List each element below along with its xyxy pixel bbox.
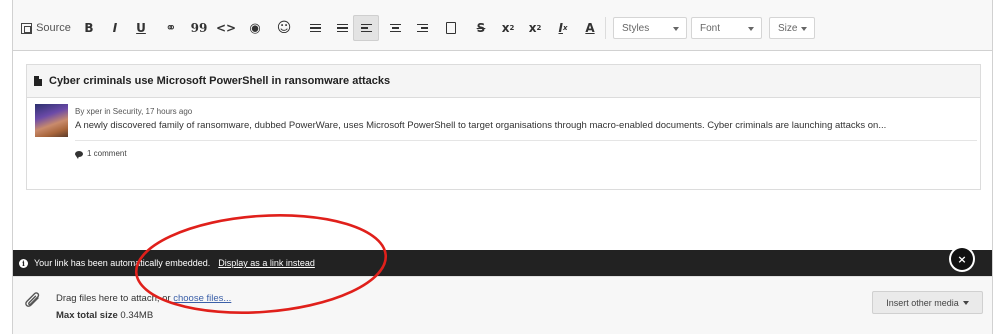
subscript-button[interactable]: x2 — [522, 15, 548, 41]
editor-content[interactable]: Cyber criminals use Microsoft PowerShell… — [13, 51, 992, 250]
clipboard-icon — [446, 22, 456, 34]
align-right-button[interactable] — [409, 15, 435, 41]
embed-notice-bar: i Your link has been automatically embed… — [13, 250, 992, 276]
underline-icon: U — [136, 21, 146, 35]
superscript-button[interactable]: x2 — [495, 15, 521, 41]
insert-other-media-button[interactable]: Insert other media — [872, 291, 983, 314]
rich-text-editor: Source B I U ⚭ 99 <> ◉ ☺ S x2 x 2 I x A … — [12, 0, 993, 334]
attachment-area[interactable]: Drag files here to attach, or choose fil… — [13, 276, 992, 334]
size-dropdown[interactable]: Size — [769, 17, 815, 39]
numbered-list-icon — [336, 23, 348, 33]
align-center-button[interactable] — [382, 15, 408, 41]
bulleted-list-button[interactable] — [302, 15, 328, 41]
chevron-down-icon — [673, 27, 679, 31]
quote-button[interactable]: 99 — [186, 15, 212, 41]
superscript-mark: 2 — [509, 24, 515, 32]
source-button[interactable]: Source — [20, 15, 72, 41]
strikethrough-button[interactable]: S — [468, 15, 494, 41]
chevron-down-icon — [748, 27, 754, 31]
drag-files-text: Drag files here to attach, or choose fil… — [56, 293, 231, 304]
insert-other-media-label: Insert other media — [886, 297, 959, 308]
font-label: Font — [700, 22, 721, 34]
embed-title-bar: Cyber criminals use Microsoft PowerShell… — [27, 65, 980, 98]
document-icon — [34, 76, 42, 86]
text-color-icon: A — [585, 21, 595, 35]
paperclip-icon — [25, 292, 40, 307]
size-label: Size — [778, 22, 798, 34]
close-icon[interactable]: × — [951, 248, 973, 270]
drag-files-label: Drag files here to attach, or — [56, 293, 174, 304]
quote-icon: 99 — [190, 21, 208, 35]
comment-icon — [75, 150, 83, 159]
avatar — [35, 104, 68, 137]
embed-snippet: A newly discovered family of ransomware,… — [75, 120, 887, 131]
editor-toolbar: Source B I U ⚭ 99 <> ◉ ☺ S x2 x 2 I x A … — [13, 0, 992, 51]
remove-format-button[interactable]: Ix — [550, 15, 576, 41]
comment-count-label: 1 comment — [87, 149, 127, 158]
toolbar-separator — [605, 17, 606, 39]
underline-button[interactable]: U — [128, 15, 154, 41]
max-size-text: Max total size 0.34MB — [56, 310, 153, 321]
align-right-icon — [416, 23, 428, 33]
italic-button[interactable]: I — [102, 15, 128, 41]
preview-button[interactable]: ◉ — [242, 15, 268, 41]
styles-label: Styles — [622, 22, 650, 34]
code-icon: <> — [215, 21, 237, 35]
code-button[interactable]: <> — [213, 15, 239, 41]
bold-icon: B — [84, 21, 94, 35]
embed-divider — [75, 140, 977, 141]
info-icon: i — [19, 258, 28, 268]
source-icon — [21, 22, 33, 34]
max-size-value: 0.34MB — [120, 310, 154, 321]
styles-dropdown[interactable]: Styles — [613, 17, 687, 39]
chevron-down-icon — [801, 27, 807, 31]
italic-icon: I — [112, 21, 118, 35]
remove-format-mark: x — [562, 24, 568, 32]
comment-count[interactable]: 1 comment — [75, 149, 127, 159]
superscript-icon: x — [501, 21, 510, 35]
paste-button[interactable] — [438, 15, 464, 41]
bold-button[interactable]: B — [76, 15, 102, 41]
align-left-button[interactable] — [353, 15, 379, 41]
embed-byline: By xper in Security, 17 hours ago — [75, 107, 193, 116]
close-glyph: × — [957, 252, 967, 266]
link-icon: ⚭ — [165, 20, 177, 36]
embed-body: By xper in Security, 17 hours ago A newl… — [27, 98, 980, 190]
font-dropdown[interactable]: Font — [691, 17, 762, 39]
smiley-button[interactable]: ☺ — [271, 15, 297, 41]
display-as-link-button[interactable]: Display as a link instead — [218, 258, 315, 268]
chevron-down-icon — [962, 300, 969, 305]
embed-title[interactable]: Cyber criminals use Microsoft PowerShell… — [49, 75, 390, 87]
subscript-mark: 2 — [536, 24, 542, 32]
numbered-list-button[interactable] — [329, 15, 355, 41]
bulleted-list-icon — [309, 23, 321, 33]
link-button[interactable]: ⚭ — [158, 15, 184, 41]
align-left-icon — [360, 23, 372, 33]
source-label: Source — [36, 22, 71, 34]
eye-icon: ◉ — [249, 20, 261, 36]
text-color-button[interactable]: A — [577, 15, 603, 41]
align-center-icon — [389, 23, 401, 33]
strikethrough-icon: S — [476, 21, 486, 35]
embedded-link-card[interactable]: Cyber criminals use Microsoft PowerShell… — [26, 64, 981, 190]
max-size-label: Max total size — [56, 310, 118, 321]
choose-files-link[interactable]: choose files... — [173, 293, 231, 304]
subscript-icon: x — [528, 21, 537, 35]
smiley-icon: ☺ — [276, 20, 292, 36]
notice-message: Your link has been automatically embedde… — [34, 258, 211, 268]
